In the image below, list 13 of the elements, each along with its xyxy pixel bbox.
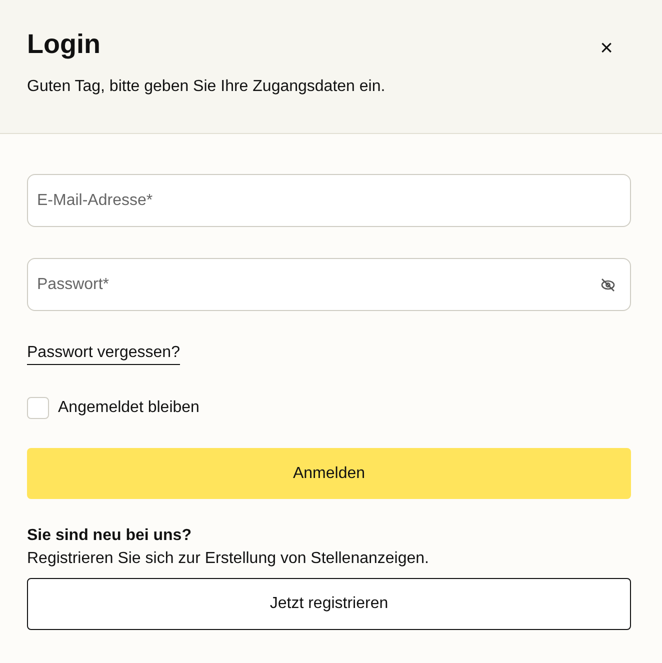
register-heading: Sie sind neu bei uns? bbox=[27, 527, 192, 545]
dialog-title: Login bbox=[27, 28, 100, 60]
eye-slash-icon[interactable] bbox=[600, 278, 616, 292]
remember-label: Angemeldet bleiben bbox=[58, 399, 200, 417]
register-button[interactable]: Jetzt registrieren bbox=[27, 578, 631, 630]
forgot-password-link[interactable]: Passwort vergessen? bbox=[27, 344, 180, 365]
dialog-subtitle: Guten Tag, bitte geben Sie Ihre Zugangsdaten ein. bbox=[27, 78, 386, 96]
close-button[interactable]: × bbox=[596, 36, 617, 60]
input-field[interactable]: E-Mail-Adresse* bbox=[27, 174, 631, 227]
login-button[interactable]: Anmelden bbox=[27, 448, 631, 499]
register-text: Registrieren Sie sich zur Erstellung von Stellenanzeigen. bbox=[27, 550, 430, 568]
input-field[interactable]: Passwort* bbox=[27, 258, 631, 311]
remember-checkbox[interactable] bbox=[27, 397, 49, 419]
